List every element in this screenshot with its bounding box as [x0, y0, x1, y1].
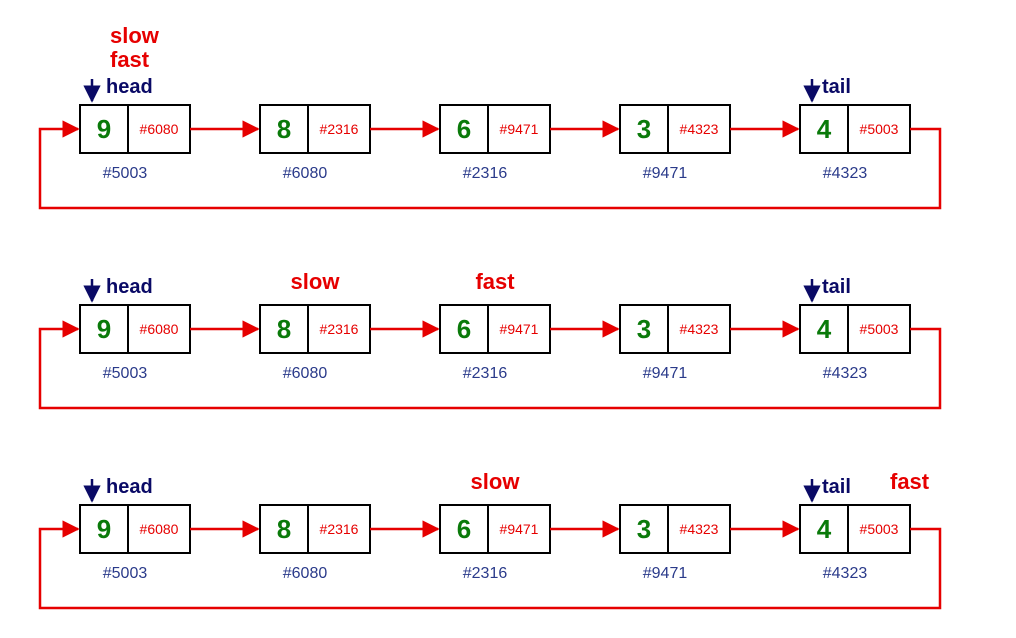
list-node: 4 #5003 #4323 [800, 105, 910, 182]
node-value: 9 [97, 114, 111, 144]
tail-label: tail [822, 476, 851, 498]
node-next-ptr: #9471 [500, 121, 539, 137]
list-node: 3 #4323 #9471 [620, 105, 730, 182]
tail-label: tail [822, 276, 851, 298]
node-value: 3 [637, 114, 651, 144]
list-node: 4 #5003 #4323 [800, 305, 910, 382]
head-label: head [106, 276, 153, 298]
node-value: 8 [277, 314, 291, 344]
head-label: head [106, 476, 153, 498]
list-node: 3 #4323 #9471 [620, 305, 730, 382]
node-address: #5003 [103, 565, 148, 582]
slow-label: slow [471, 469, 521, 494]
list-node: 3 #4323 #9471 [620, 505, 730, 582]
list-node: 8 #2316 #6080 [260, 105, 370, 182]
tail-label: tail [822, 76, 851, 98]
node-next-ptr: #5003 [860, 121, 899, 137]
node-next-ptr: #9471 [500, 321, 539, 337]
node-address: #5003 [103, 165, 148, 182]
node-value: 3 [637, 514, 651, 544]
snapshot-row-1: 9 #6080 #5003 8 #2316 #6080 6 #9471 #2316 3 #4323 #… [40, 269, 940, 408]
snapshot-row-2: 9 #6080 #5003 8 #2316 #6080 6 #9471 #2316 3 #4323 #… [40, 469, 940, 608]
node-value: 4 [817, 514, 832, 544]
node-address: #5003 [103, 365, 148, 382]
node-next-ptr: #6080 [140, 521, 179, 537]
list-node: 9 #6080 #5003 [80, 105, 190, 182]
snapshot-row-0: 9 #6080 #5003 8 #2316 #6080 6 #9471 #2316 3 #4323 #… [40, 23, 940, 208]
node-value: 6 [457, 514, 471, 544]
node-next-ptr: #4323 [680, 121, 719, 137]
fast-label: fast [475, 269, 515, 294]
node-next-ptr: #2316 [320, 121, 359, 137]
node-address: #4323 [823, 565, 868, 582]
slow-label: slow [110, 23, 160, 48]
node-value: 4 [817, 314, 832, 344]
node-value: 9 [97, 514, 111, 544]
list-node: 6 #9471 #2316 [440, 105, 550, 182]
node-value: 9 [97, 314, 111, 344]
slow-label: slow [291, 269, 341, 294]
node-value: 6 [457, 114, 471, 144]
head-label: head [106, 76, 153, 98]
list-node: 6 #9471 #2316 [440, 505, 550, 582]
node-next-ptr: #5003 [860, 321, 899, 337]
node-next-ptr: #9471 [500, 521, 539, 537]
node-value: 8 [277, 514, 291, 544]
node-address: #4323 [823, 365, 868, 382]
node-address: #2316 [463, 365, 508, 382]
node-next-ptr: #2316 [320, 521, 359, 537]
node-address: #9471 [643, 565, 688, 582]
node-address: #9471 [643, 365, 688, 382]
node-address: #4323 [823, 165, 868, 182]
node-address: #6080 [283, 565, 328, 582]
fast-label: fast [890, 469, 930, 494]
node-address: #6080 [283, 165, 328, 182]
node-value: 3 [637, 314, 651, 344]
list-node: 4 #5003 #4323 [800, 505, 910, 582]
node-value: 6 [457, 314, 471, 344]
node-address: #2316 [463, 565, 508, 582]
node-value: 4 [817, 114, 832, 144]
node-address: #6080 [283, 365, 328, 382]
node-next-ptr: #6080 [140, 321, 179, 337]
list-node: 9 #6080 #5003 [80, 505, 190, 582]
list-node: 8 #2316 #6080 [260, 505, 370, 582]
node-next-ptr: #4323 [680, 521, 719, 537]
node-address: #9471 [643, 165, 688, 182]
node-next-ptr: #5003 [860, 521, 899, 537]
list-node: 9 #6080 #5003 [80, 305, 190, 382]
node-value: 8 [277, 114, 291, 144]
list-node: 6 #9471 #2316 [440, 305, 550, 382]
node-next-ptr: #6080 [140, 121, 179, 137]
node-next-ptr: #4323 [680, 321, 719, 337]
fast-label: fast [110, 47, 150, 72]
node-next-ptr: #2316 [320, 321, 359, 337]
list-node: 8 #2316 #6080 [260, 305, 370, 382]
node-address: #2316 [463, 165, 508, 182]
linked-list-diagram: 9 #6080 #5003 8 #2316 #6080 6 #9471 #2316 3 #4323 #… [0, 0, 1016, 638]
